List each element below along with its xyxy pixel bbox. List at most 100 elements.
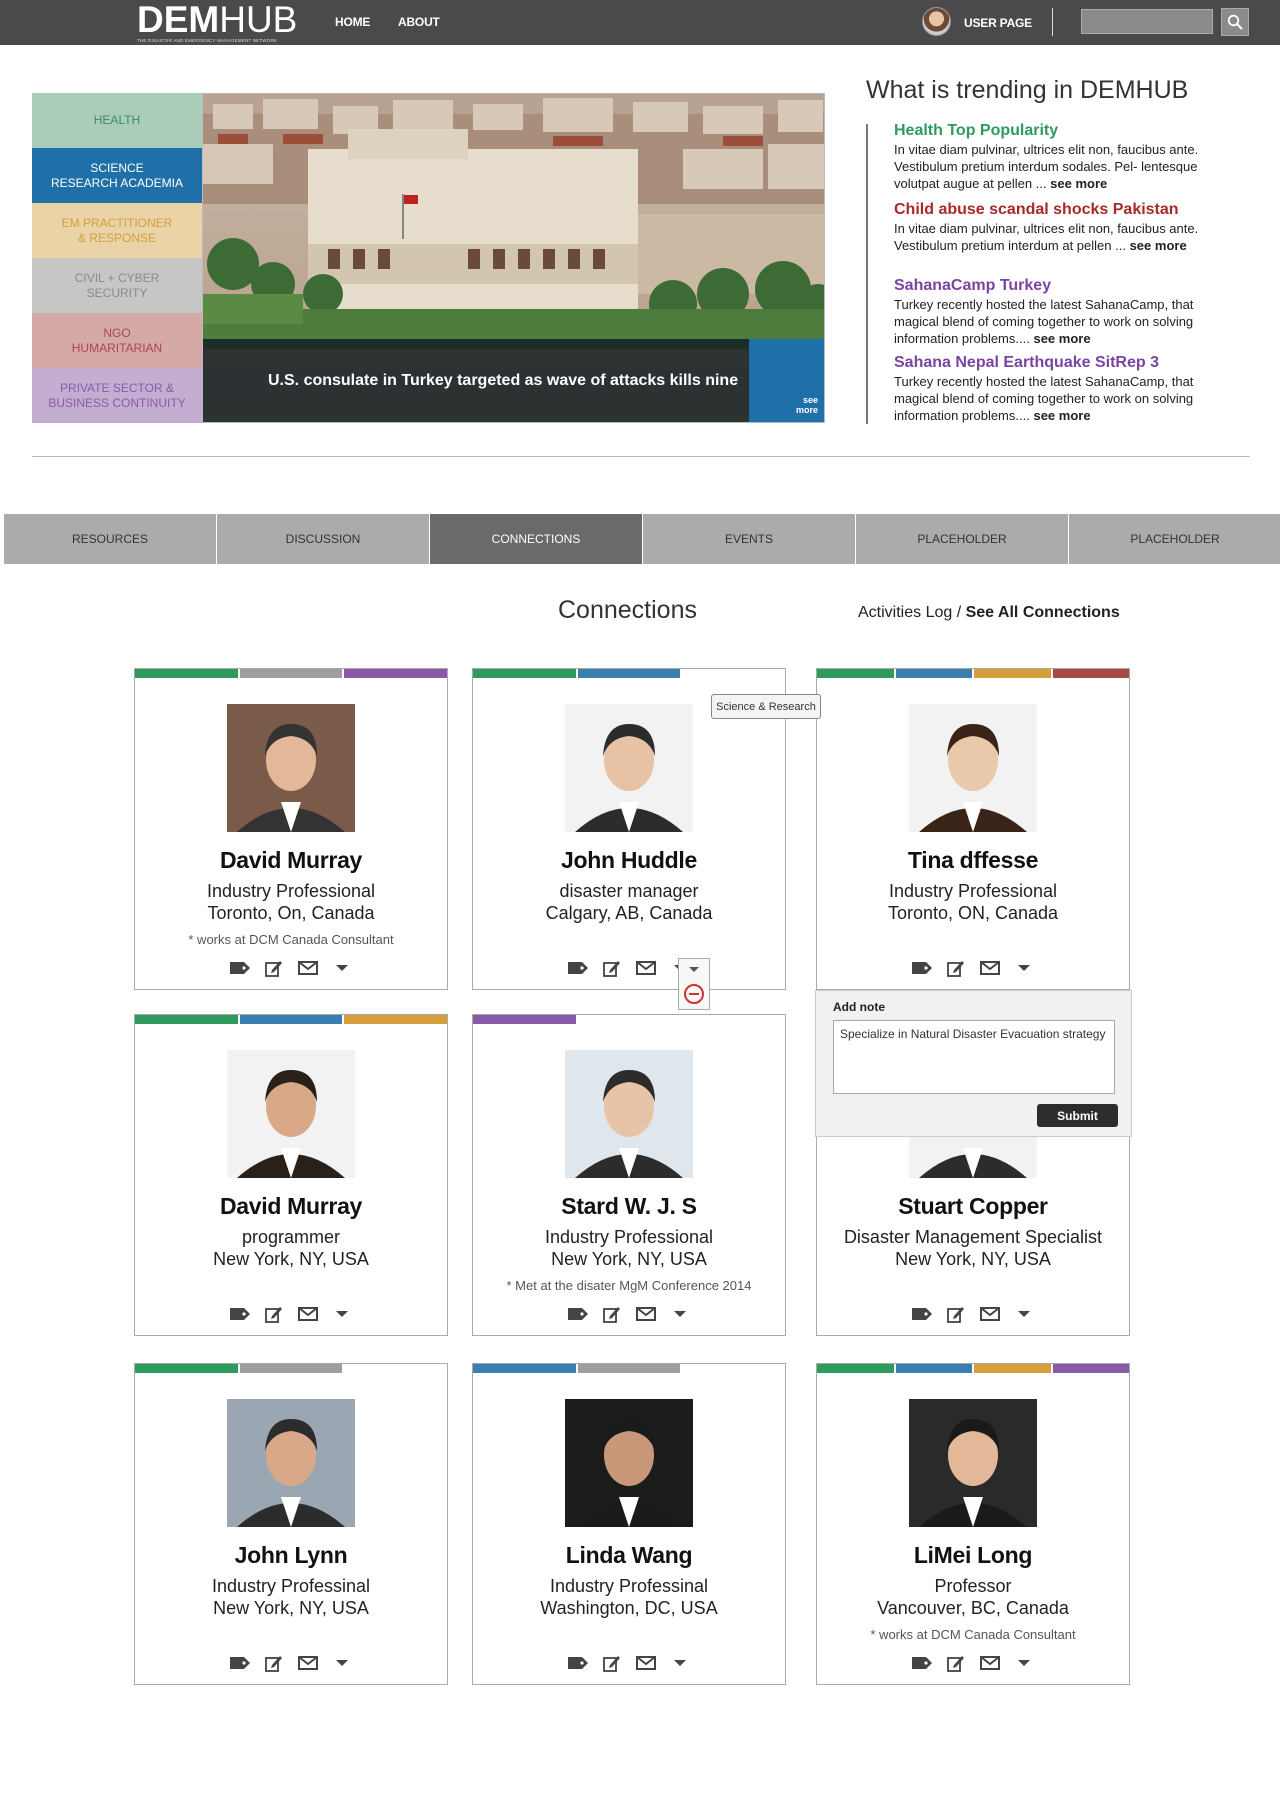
- connection-card[interactable]: Tina dffesse Industry Professional Toronto…: [816, 668, 1130, 990]
- tag-icon[interactable]: [911, 1305, 933, 1323]
- tab-placeholder[interactable]: PLACEHOLDER: [1069, 514, 1280, 564]
- search-input[interactable]: [1081, 9, 1213, 34]
- connection-name[interactable]: John Lynn: [135, 1542, 447, 1569]
- category-color-segment[interactable]: [974, 669, 1051, 678]
- chevron-down-icon[interactable]: [669, 1305, 691, 1323]
- connection-card[interactable]: LiMei Long Professor Vancouver, BC, Canada…: [816, 1363, 1130, 1685]
- trending-item-title[interactable]: Sahana Nepal Earthquake SitRep 3: [894, 354, 1214, 372]
- category-color-segment[interactable]: [473, 1364, 576, 1373]
- mail-icon[interactable]: [635, 1305, 657, 1323]
- chevron-down-icon[interactable]: [331, 1654, 353, 1672]
- category-color-segment[interactable]: [135, 1364, 238, 1373]
- profile-photo[interactable]: [227, 704, 355, 832]
- mail-icon[interactable]: [979, 959, 1001, 977]
- chevron-down-icon[interactable]: [331, 1305, 353, 1323]
- tab-connections[interactable]: CONNECTIONS: [430, 514, 642, 564]
- mail-icon[interactable]: [979, 1305, 1001, 1323]
- hero-see-more-button[interactable]: see more: [749, 339, 824, 422]
- category-color-segment[interactable]: [1052, 669, 1129, 678]
- profile-photo[interactable]: [909, 1399, 1037, 1527]
- chevron-down-icon[interactable]: [669, 1654, 691, 1672]
- add-note-icon[interactable]: [263, 1654, 285, 1672]
- category-color-segment[interactable]: [239, 1015, 343, 1024]
- tab-events[interactable]: EVENTS: [643, 514, 855, 564]
- category-item[interactable]: SCIENCE RESEARCH ACADEMIA: [32, 148, 202, 203]
- connection-name[interactable]: David Murray: [135, 1193, 447, 1220]
- chevron-down-icon[interactable]: [1013, 959, 1035, 977]
- profile-photo[interactable]: [227, 1399, 355, 1527]
- see-more-link[interactable]: see more: [1050, 176, 1107, 191]
- mail-icon[interactable]: [297, 1654, 319, 1672]
- category-color-segment[interactable]: [577, 1364, 681, 1373]
- trending-item-title[interactable]: Health Top Popularity: [894, 122, 1214, 140]
- category-item[interactable]: HEALTH: [32, 93, 202, 148]
- chevron-down-icon[interactable]: [1013, 1305, 1035, 1323]
- see-all-connections-link[interactable]: See All Connections: [966, 604, 1120, 621]
- category-item[interactable]: NGO HUMARITARIAN: [32, 313, 202, 368]
- tag-icon[interactable]: [229, 959, 251, 977]
- category-color-segment[interactable]: [473, 669, 576, 678]
- note-submit-button[interactable]: Submit: [1037, 1104, 1118, 1127]
- category-item[interactable]: CIVIL + CYBER SECURITY: [32, 258, 202, 313]
- category-color-segment[interactable]: [473, 1015, 576, 1024]
- tab-resources[interactable]: RESOURCES: [4, 514, 216, 564]
- category-color-segment[interactable]: [344, 669, 448, 678]
- add-note-icon[interactable]: [945, 1654, 967, 1672]
- tag-icon[interactable]: [911, 1654, 933, 1672]
- trending-item-title[interactable]: SahanaCamp Turkey: [894, 277, 1214, 295]
- category-color-segment[interactable]: [974, 1364, 1051, 1373]
- category-color-segment[interactable]: [135, 669, 238, 678]
- nav-about-link[interactable]: ABOUT: [398, 15, 440, 29]
- remove-connection-icon[interactable]: [679, 981, 709, 1007]
- category-color-segment[interactable]: [1052, 1364, 1129, 1373]
- see-more-link[interactable]: see more: [1033, 408, 1090, 423]
- profile-photo[interactable]: [565, 1050, 693, 1178]
- connection-card[interactable]: David Murray programmer New York, NY, USA: [134, 1014, 448, 1336]
- trending-item-title[interactable]: Child abuse scandal shocks Pakistan: [894, 201, 1214, 219]
- hero-news-image[interactable]: U.S. consulate in Turkey targeted as wav…: [202, 93, 825, 423]
- category-color-segment[interactable]: [895, 1364, 972, 1373]
- category-color-segment[interactable]: [817, 669, 894, 678]
- chevron-down-icon[interactable]: [1013, 1654, 1035, 1672]
- connection-name[interactable]: Stuart Copper: [817, 1193, 1129, 1220]
- connection-card[interactable]: David Murray Industry Professional Toronto…: [134, 668, 448, 990]
- add-note-icon[interactable]: [601, 959, 623, 977]
- category-color-segment[interactable]: [895, 669, 972, 678]
- demhub-logo[interactable]: DEMHUB THE DISASTER AND EMERGENCY MANAGE…: [137, 1, 297, 43]
- mail-icon[interactable]: [635, 1654, 657, 1672]
- connection-name[interactable]: David Murray: [135, 847, 447, 874]
- category-color-segment[interactable]: [344, 1015, 448, 1024]
- connection-card[interactable]: John Lynn Industry Professinal New York, N…: [134, 1363, 448, 1685]
- note-textarea[interactable]: Specialize in Natural Disaster Evacuatio…: [833, 1020, 1115, 1094]
- category-color-segment[interactable]: [817, 1364, 894, 1373]
- profile-photo[interactable]: [909, 704, 1037, 832]
- activities-log-link[interactable]: Activities Log /: [858, 604, 966, 621]
- connection-name[interactable]: Linda Wang: [473, 1542, 785, 1569]
- hero-caption[interactable]: U.S. consulate in Turkey targeted as wav…: [203, 339, 756, 422]
- category-item[interactable]: PRIVATE SECTOR & BUSINESS CONTINUITY: [32, 368, 202, 423]
- connection-name[interactable]: LiMei Long: [817, 1542, 1129, 1569]
- tab-placeholder[interactable]: PLACEHOLDER: [856, 514, 1068, 564]
- category-color-segment[interactable]: [239, 669, 343, 678]
- add-note-icon[interactable]: [263, 959, 285, 977]
- category-color-segment[interactable]: [577, 669, 681, 678]
- tag-icon[interactable]: [229, 1654, 251, 1672]
- category-item[interactable]: EM PRACTITIONER & RESPONSE: [32, 203, 202, 258]
- add-note-icon[interactable]: [945, 1305, 967, 1323]
- search-button[interactable]: [1221, 8, 1249, 36]
- category-color-segment[interactable]: [239, 1364, 343, 1373]
- tag-icon[interactable]: [229, 1305, 251, 1323]
- see-more-link[interactable]: see more: [1130, 238, 1187, 253]
- profile-photo[interactable]: [565, 1399, 693, 1527]
- mail-icon[interactable]: [635, 959, 657, 977]
- category-color-segment[interactable]: [135, 1015, 238, 1024]
- connection-card[interactable]: Stard W. J. S Industry Professional New Yo…: [472, 1014, 786, 1336]
- chevron-down-icon[interactable]: [331, 959, 353, 977]
- tab-discussion[interactable]: DISCUSSION: [217, 514, 429, 564]
- tag-icon[interactable]: [911, 959, 933, 977]
- tag-icon[interactable]: [567, 959, 589, 977]
- profile-photo[interactable]: [565, 704, 693, 832]
- mail-icon[interactable]: [979, 1654, 1001, 1672]
- nav-home-link[interactable]: HOME: [335, 15, 370, 29]
- add-note-icon[interactable]: [263, 1305, 285, 1323]
